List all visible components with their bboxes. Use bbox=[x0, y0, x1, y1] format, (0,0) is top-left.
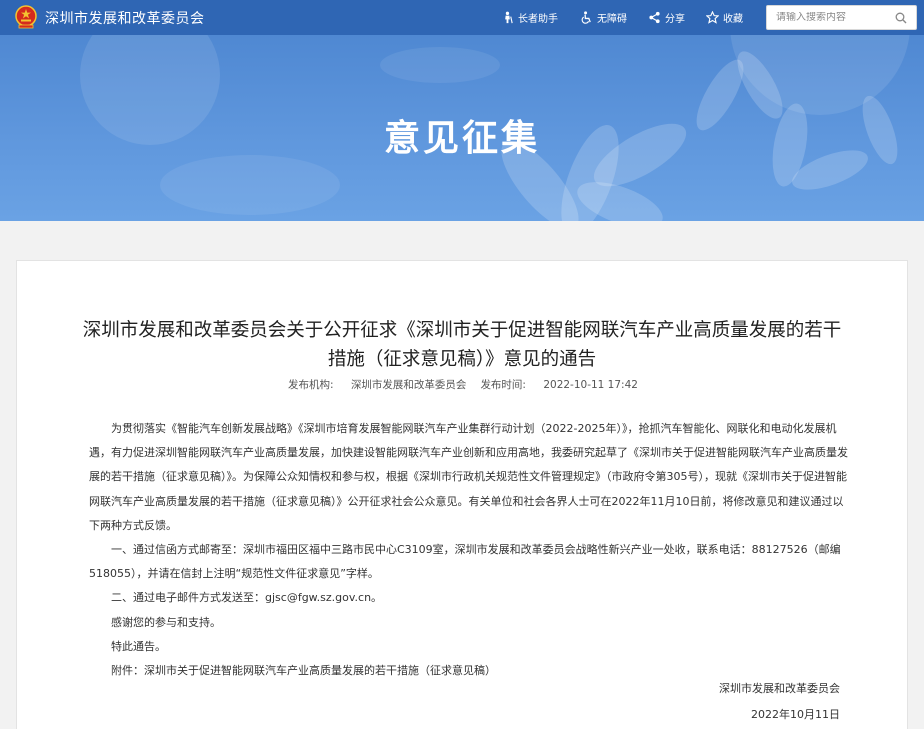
article-signature: 深圳市发展和改革委员会 2022年10月11日 bbox=[719, 676, 840, 728]
body-paragraph-thanks: 感谢您的参与和支持。 bbox=[111, 615, 221, 629]
elder-assistant-icon bbox=[505, 11, 513, 24]
publisher-info: 发布机构: 深圳市发展和改革委员会 bbox=[288, 379, 466, 391]
body-paragraph-mail: 一、通过信函方式邮寄至：深圳市福田区福中三路市民中心C3109室，深圳市发展和改… bbox=[89, 543, 841, 581]
favorite-button[interactable]: 收藏 bbox=[706, 10, 743, 25]
body-paragraph-email: 二、通过电子邮件方式发送至：gjsc@fgw.sz.gov.cn。 bbox=[111, 591, 383, 605]
article-card: 深圳市发展和改革委员会关于公开征求《深圳市关于促进智能网联汽车产业高质量发展的若… bbox=[16, 260, 908, 729]
favorite-label: 收藏 bbox=[723, 14, 743, 25]
top-bar: 深圳市发展和改革委员会 长者助手 无障碍 分享 收藏 bbox=[0, 0, 924, 35]
search-input[interactable] bbox=[767, 12, 887, 23]
signature-date: 2022年10月11日 bbox=[751, 708, 840, 721]
banner: 意见征集 bbox=[0, 35, 924, 221]
accessibility-label: 无障碍 bbox=[597, 14, 627, 25]
share-label: 分享 bbox=[665, 14, 685, 25]
article-title: 深圳市发展和改革委员会关于公开征求《深圳市关于促进智能网联汽车产业高质量发展的若… bbox=[82, 320, 842, 370]
banner-title: 意见征集 bbox=[383, 118, 540, 159]
share-button[interactable]: 分享 bbox=[648, 10, 685, 25]
share-icon bbox=[649, 11, 660, 24]
publisher-value: 深圳市发展和改革委员会 bbox=[350, 379, 467, 391]
elder-assistant-label: 长者助手 bbox=[518, 14, 558, 25]
publish-time-label: 发布时间: bbox=[480, 379, 526, 391]
body-paragraph-intro: 为贯彻落实《智能汽车创新发展战略》《深圳市培育发展智能网联汽车产业集群行动计划（… bbox=[89, 422, 848, 532]
article-meta: 发布机构: 深圳市发展和改革委员会 发布时间: 2022-10-11 17:42 bbox=[17, 377, 909, 392]
national-emblem-icon bbox=[15, 5, 37, 29]
article-body: 为贯彻落实《智能汽车创新发展战略》《深圳市培育发展智能网联汽车产业集群行动计划（… bbox=[89, 417, 849, 683]
elder-assistant-button[interactable]: 长者助手 bbox=[501, 10, 558, 25]
site-title[interactable]: 深圳市发展和改革委员会 bbox=[45, 8, 205, 28]
accessibility-button[interactable]: 无障碍 bbox=[580, 10, 627, 25]
accessibility-icon bbox=[581, 11, 591, 24]
publish-time: 发布时间: 2022-10-11 17:42 bbox=[480, 379, 638, 391]
signature-org: 深圳市发展和改革委员会 bbox=[719, 682, 840, 695]
star-icon bbox=[706, 11, 719, 24]
search-icon[interactable] bbox=[895, 12, 907, 24]
publisher-label: 发布机构: bbox=[288, 379, 334, 391]
publish-time-value: 2022-10-11 17:42 bbox=[543, 379, 638, 391]
body-paragraph-notice: 特此通告。 bbox=[111, 639, 166, 653]
search-box bbox=[766, 5, 917, 30]
